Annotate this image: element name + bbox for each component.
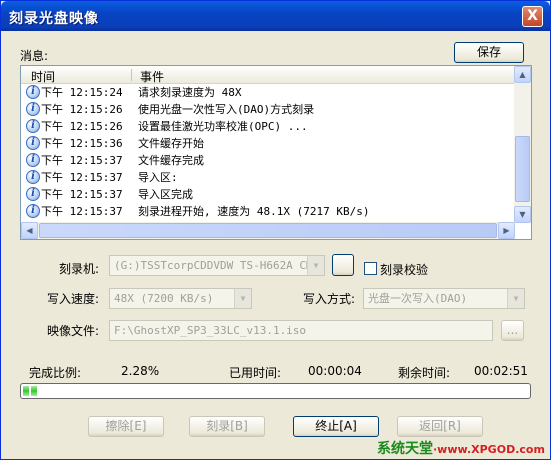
verify-label: 刻录校验: [380, 263, 429, 277]
log-time: 下午 12:15:26: [41, 120, 123, 133]
info-icon: i: [26, 204, 40, 218]
info-icon: i: [26, 153, 40, 167]
write-mode-label: 写入方式:: [303, 292, 356, 306]
scroll-down-button[interactable]: ▼: [514, 206, 531, 223]
log-row[interactable]: i 下午 12:15:36 文件缓存开始: [23, 135, 513, 152]
column-header-event[interactable]: 事件: [140, 68, 164, 85]
burner-value: (G:)TSSTcorpCDDVDW TS-H662A CM02: [114, 259, 325, 272]
log-row[interactable]: i 下午 12:15:37 刻录进程开始, 速度为 48.1X (7217 KB/s…: [23, 203, 513, 220]
window-title: 刻录光盘映像: [9, 11, 99, 27]
log-row[interactable]: i 下午 12:15:26 设置最佳激光功率校准(OPC) ...: [23, 118, 513, 135]
log-event: 文件缓存完成: [138, 154, 204, 167]
browse-button: ...: [501, 320, 524, 341]
erase-button: 擦除[E]: [88, 416, 164, 437]
log-row[interactable]: i 下午 12:15:37 导入区:: [23, 169, 513, 186]
percent-value: 2.28%: [121, 364, 160, 378]
log-event: 请求刻录速度为 48X: [138, 86, 242, 99]
log-row[interactable]: i 下午 12:15:24 请求刻录速度为 48X: [23, 84, 513, 101]
write-speed-select: 48X (7200 KB/s) ▼: [109, 288, 252, 309]
scroll-up-button[interactable]: ▲: [514, 66, 531, 83]
message-log[interactable]: 时间 事件 i 下午 12:15:24 请求刻录速度为 48X i 下午 12:15:2…: [20, 65, 532, 240]
log-event: 导入区完成: [138, 188, 193, 201]
log-header: 时间 事件: [21, 66, 515, 84]
write-mode-select: 光盘一次写入(DAO) ▼: [363, 288, 525, 309]
horizontal-scroll-thumb[interactable]: [39, 223, 497, 238]
watermark-url: ·www.XPGOD.com: [433, 443, 545, 456]
info-icon: i: [26, 119, 40, 133]
info-icon: i: [26, 136, 40, 150]
log-event: 使用光盘一次性写入(DAO)方式刻录: [138, 103, 315, 116]
chevron-down-icon: ▼: [307, 256, 324, 275]
column-header-time[interactable]: 时间: [31, 68, 55, 85]
info-icon: i: [26, 170, 40, 184]
remaining-value: 00:02:51: [474, 364, 528, 378]
scroll-left-button[interactable]: ◀: [21, 222, 38, 239]
column-divider[interactable]: [131, 69, 132, 81]
chevron-down-icon: ▼: [507, 289, 524, 308]
vertical-scrollbar[interactable]: ▲ ▼: [514, 66, 531, 223]
log-row[interactable]: i 下午 12:15:37 导入区完成: [23, 186, 513, 203]
log-time: 下午 12:15:36: [41, 137, 123, 150]
elapsed-label: 已用时间:: [229, 366, 282, 380]
log-time: 下午 12:15:26: [41, 103, 123, 116]
burn-progress-bar: [20, 383, 531, 399]
log-event: 刻录进程开始, 速度为 48.1X (7217 KB/s): [138, 205, 370, 218]
log-row[interactable]: i 下午 12:15:26 使用光盘一次性写入(DAO)方式刻录: [23, 101, 513, 118]
save-button[interactable]: 保存: [454, 42, 524, 63]
title-bar[interactable]: 刻录光盘映像 X: [1, 1, 550, 31]
site-watermark: 系统天堂·www.XPGOD.com: [377, 438, 545, 458]
log-time: 下午 12:15:37: [41, 188, 123, 201]
log-time: 下午 12:15:37: [41, 154, 123, 167]
info-icon: i: [26, 102, 40, 116]
scroll-right-button[interactable]: ▶: [498, 222, 515, 239]
info-icon: i: [26, 85, 40, 99]
log-time: 下午 12:15:24: [41, 86, 123, 99]
stop-button[interactable]: 终止[A]: [293, 416, 379, 437]
image-file-field: F:\GhostXP_SP3_33LC_v13.1.iso: [109, 320, 493, 341]
info-icon: i: [26, 187, 40, 201]
burn-button: 刻录[B]: [189, 416, 265, 437]
watermark-text: 系统天堂: [377, 441, 433, 457]
image-file-label: 映像文件:: [47, 324, 100, 338]
drive-options-button[interactable]: [332, 254, 354, 276]
back-button: 返回[R]: [397, 416, 483, 437]
messages-label: 消息:: [20, 49, 49, 63]
write-speed-value: 48X (7200 KB/s): [114, 292, 214, 305]
percent-label: 完成比例:: [29, 366, 82, 380]
log-event: 设置最佳激光功率校准(OPC) ...: [138, 120, 308, 133]
horizontal-scrollbar[interactable]: ◀ ▶: [21, 222, 515, 239]
progress-segment: [23, 386, 29, 396]
burn-image-dialog: 刻录光盘映像 X 消息: 保存 时间 事件 i 下午 12:15:24 请求刻录速度…: [0, 0, 551, 460]
remaining-label: 剩余时间:: [398, 366, 451, 380]
write-mode-value: 光盘一次写入(DAO): [368, 292, 468, 305]
burner-select: (G:)TSSTcorpCDDVDW TS-H662A CM02 ▼: [109, 255, 325, 276]
log-time: 下午 12:15:37: [41, 205, 123, 218]
log-event: 文件缓存开始: [138, 137, 204, 150]
chevron-down-icon: ▼: [234, 289, 251, 308]
elapsed-value: 00:00:04: [308, 364, 362, 378]
log-time: 下午 12:15:37: [41, 171, 123, 184]
vertical-scroll-thumb[interactable]: [515, 136, 530, 202]
write-speed-label: 写入速度:: [47, 292, 100, 306]
progress-segment: [31, 386, 37, 396]
log-event: 导入区:: [138, 171, 178, 184]
log-row[interactable]: i 下午 12:15:37 文件缓存完成: [23, 152, 513, 169]
burner-label: 刻录机:: [59, 262, 100, 276]
close-button[interactable]: X: [522, 6, 543, 27]
verify-checkbox[interactable]: [364, 262, 377, 275]
